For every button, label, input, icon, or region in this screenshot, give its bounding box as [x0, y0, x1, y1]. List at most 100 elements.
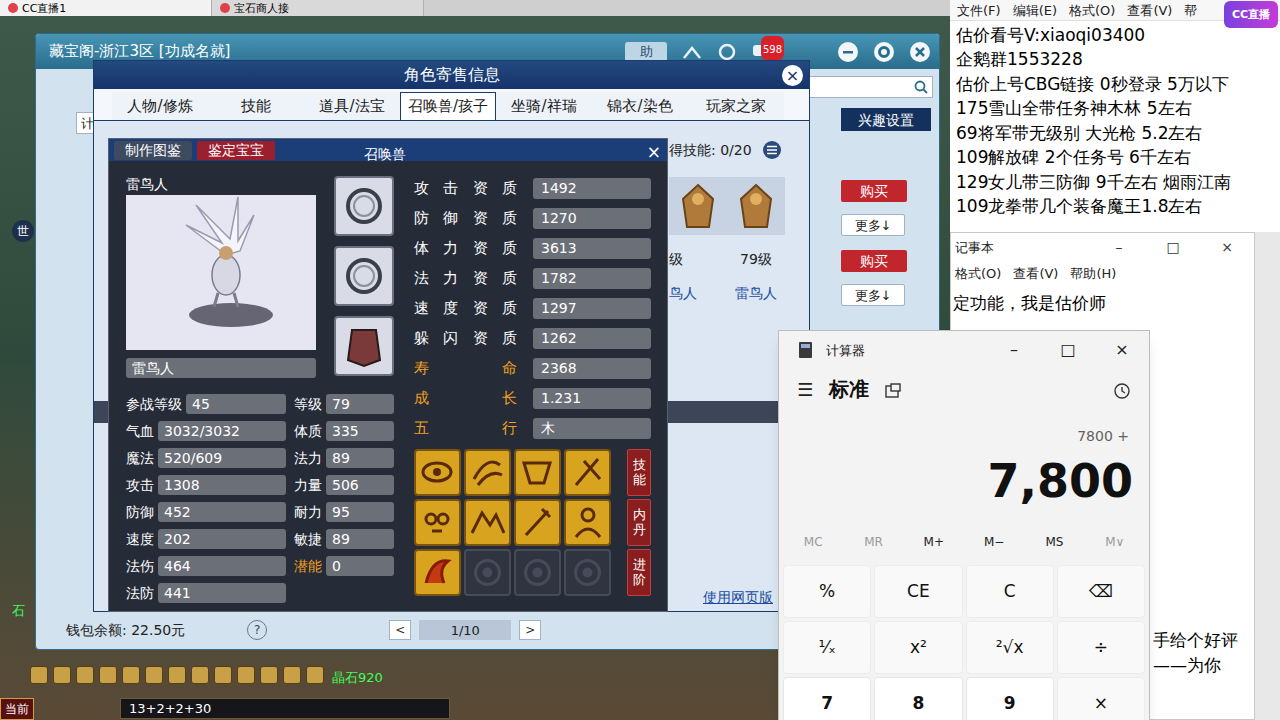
memory-button[interactable]: M∨ [1085, 536, 1145, 548]
menu-item[interactable]: 帮 [1184, 4, 1197, 17]
calculator-key[interactable]: 8 [874, 677, 962, 720]
list-menu-icon[interactable] [762, 140, 782, 160]
panel-tab-label[interactable]: 玩家之家 [706, 99, 766, 114]
side-button-label[interactable]: 技能 [633, 458, 646, 487]
window-control-button[interactable]: – [987, 331, 1041, 369]
calculator-key[interactable]: x² [874, 621, 962, 674]
menu-item[interactable]: 格式(O) [1069, 4, 1115, 17]
browser-tab[interactable]: 宝石商人接 [212, 0, 424, 16]
channel-tab[interactable]: 当前 [0, 698, 34, 720]
message-button[interactable]: 598 [751, 42, 781, 62]
calculator-key[interactable]: % [783, 565, 871, 618]
keep-on-top-icon[interactable] [885, 383, 901, 399]
panel-close-label[interactable]: × [786, 68, 799, 84]
memory-button[interactable]: MR [843, 536, 903, 548]
skill-slot[interactable] [414, 449, 461, 496]
skill-slot[interactable] [514, 449, 561, 496]
key-label[interactable]: ⌫ [1089, 583, 1113, 600]
more-label[interactable]: 更多↓ [855, 219, 892, 232]
equipment-slot-icon[interactable] [334, 176, 394, 236]
interest-button[interactable]: 兴趣设置 [841, 108, 931, 131]
calculator-key[interactable]: CE [874, 565, 962, 618]
key-label[interactable]: ¹⁄ₓ [819, 639, 836, 656]
calculator-key[interactable]: C [966, 565, 1054, 618]
panel-tab[interactable]: 道具/法宝 [304, 92, 400, 120]
memory-button[interactable]: M− [964, 536, 1024, 548]
world-channel[interactable]: 世 [12, 220, 34, 242]
toolbar-icon[interactable] [53, 666, 71, 684]
skill-slot[interactable] [414, 549, 461, 596]
skill-slot[interactable] [564, 499, 611, 546]
more-button[interactable]: 更多↓ [841, 284, 905, 306]
calculator-key[interactable]: ÷ [1057, 621, 1145, 674]
skill-slot[interactable] [464, 549, 511, 596]
panel-tab-label[interactable]: 人物/修炼 [127, 99, 192, 114]
skill-slot[interactable] [564, 449, 611, 496]
pet-card-name[interactable]: 鸟人 [669, 285, 697, 301]
pet-card-name[interactable]: 雷鸟人 [735, 285, 777, 301]
memory-label[interactable]: MR [864, 536, 883, 548]
toolbar-icon[interactable] [283, 666, 301, 684]
memory-label[interactable]: MS [1046, 536, 1064, 548]
menu-glyph[interactable]: ☰ [797, 379, 813, 400]
memory-button[interactable]: MC [783, 536, 843, 548]
panel-tab[interactable]: 人物/修炼 [112, 92, 208, 120]
side-button[interactable]: 技能 [627, 449, 651, 496]
toolbar-icon[interactable] [168, 666, 186, 684]
prev-page-button[interactable]: < [389, 620, 411, 640]
make-guide-label[interactable]: 制作图鉴 [125, 143, 181, 157]
toolbar-icon[interactable] [260, 666, 278, 684]
calculator-key[interactable]: ⌫ [1057, 565, 1145, 618]
help-button[interactable]: 助 [625, 42, 667, 62]
calculator-key[interactable]: 7 [783, 677, 871, 720]
menu-item[interactable]: 查看(V) [1127, 4, 1172, 17]
key-label[interactable]: C [1004, 583, 1016, 600]
skill-slot[interactable] [464, 499, 511, 546]
settings-icon[interactable] [873, 41, 895, 63]
more-label[interactable]: 更多↓ [855, 289, 892, 302]
equipment-slot-icon[interactable] [334, 316, 394, 376]
record-icon[interactable] [717, 42, 737, 62]
skill-slot[interactable] [514, 549, 561, 596]
control-glyph[interactable]: □ [1166, 240, 1179, 254]
key-label[interactable]: CE [907, 583, 930, 600]
next-label[interactable]: > [525, 624, 535, 636]
toolbar-icon[interactable] [306, 666, 324, 684]
panel-tab[interactable]: 召唤兽/孩子 [400, 92, 496, 120]
key-label[interactable]: ÷ [1094, 639, 1108, 656]
toolbar-icon[interactable] [191, 666, 209, 684]
pet-card-level[interactable]: 级 [669, 251, 683, 267]
memory-label[interactable]: M∨ [1105, 536, 1124, 548]
window-control-button[interactable]: × [1200, 233, 1254, 261]
memory-button[interactable]: MS [1024, 536, 1084, 548]
panel-tab-label[interactable]: 坐骑/祥瑞 [511, 99, 576, 114]
pet-card[interactable]: 79级雷鸟人 [723, 177, 789, 305]
panel-tab-label[interactable]: 道具/法宝 [319, 99, 384, 114]
key-label[interactable]: 8 [912, 695, 924, 712]
skill-slot[interactable] [564, 549, 611, 596]
nav-menu-button[interactable]: ☰ [797, 379, 813, 403]
web-version-link[interactable]: 使用网页版 [703, 585, 773, 609]
side-button[interactable]: 内丹 [627, 499, 651, 546]
menu-item[interactable]: 文件(F) [957, 4, 1001, 17]
chat-input[interactable]: 13+2+2+30 [120, 698, 450, 719]
side-button[interactable]: 进阶 [627, 549, 651, 596]
side-button-label[interactable]: 内丹 [633, 508, 646, 537]
close-icon[interactable] [909, 41, 931, 63]
buy-button[interactable]: 购买 [841, 180, 907, 202]
skill-slot[interactable] [464, 449, 511, 496]
side-button-label[interactable]: 进阶 [633, 558, 646, 587]
popup-close-button[interactable]: × [647, 141, 661, 165]
toolbar-icon[interactable] [145, 666, 163, 684]
chat-input-text[interactable]: 13+2+2+30 [129, 702, 211, 715]
popup-close-label[interactable]: × [647, 142, 661, 162]
window-control-button[interactable]: □ [1146, 233, 1200, 261]
toolbar-icon[interactable] [122, 666, 140, 684]
panel-tab[interactable]: 锦衣/染色 [592, 92, 688, 120]
calculator-key[interactable]: × [1057, 677, 1145, 720]
buy-label[interactable]: 购买 [860, 254, 888, 268]
skill-slot[interactable] [414, 499, 461, 546]
toolbar-icon[interactable] [237, 666, 255, 684]
world-label[interactable]: 世 [17, 225, 29, 237]
side-tab-label[interactable]: 计 [81, 117, 94, 130]
